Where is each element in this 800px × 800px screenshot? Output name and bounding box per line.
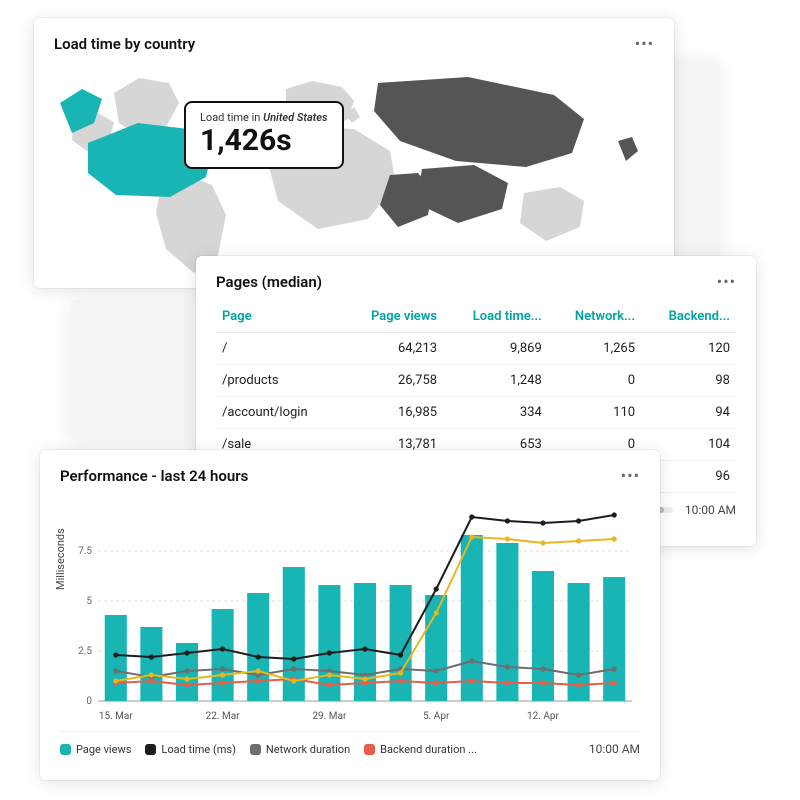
col-backend[interactable]: Backend... bbox=[641, 301, 736, 333]
cell-backend: 98 bbox=[641, 365, 736, 397]
legend-load-time[interactable]: Load time (ms) bbox=[145, 743, 236, 756]
table-row[interactable]: /account/login16,98533411094 bbox=[216, 397, 736, 429]
svg-text:5. Apr: 5. Apr bbox=[423, 711, 450, 722]
card-title: Load time by country bbox=[54, 35, 195, 53]
more-icon[interactable]: ••• bbox=[621, 466, 640, 485]
tooltip-value: 1,426s bbox=[200, 124, 328, 157]
map-tooltip: Load time in United States 1,426s bbox=[184, 101, 344, 169]
col-network[interactable]: Network... bbox=[548, 301, 641, 333]
legend-network[interactable]: Network duration bbox=[250, 743, 350, 756]
cell-backend: 94 bbox=[641, 397, 736, 429]
chart-timestamp: 10:00 AM bbox=[589, 742, 640, 756]
svg-text:0: 0 bbox=[86, 696, 92, 707]
performance-chart[interactable]: Milliseconds 02.557.515. Mar22. Mar29. M… bbox=[60, 495, 640, 725]
cell-page: / bbox=[216, 333, 342, 365]
legend-backend[interactable]: Backend duration ... bbox=[364, 743, 477, 756]
card-title: Performance - last 24 hours bbox=[60, 467, 248, 485]
more-icon[interactable]: ••• bbox=[717, 272, 736, 291]
table-row[interactable]: /products26,7581,248098 bbox=[216, 365, 736, 397]
svg-text:12. Apr: 12. Apr bbox=[527, 711, 559, 722]
cell-backend: 120 bbox=[641, 333, 736, 365]
cell-load-time: 9,869 bbox=[443, 333, 548, 365]
cell-network: 0 bbox=[548, 365, 641, 397]
table-timestamp: 10:00 AM bbox=[685, 503, 736, 517]
cell-load-time: 1,248 bbox=[443, 365, 548, 397]
card-title: Pages (median) bbox=[216, 273, 322, 291]
load-time-by-country-card: Load time by country ••• bbox=[34, 18, 674, 288]
cell-load-time: 334 bbox=[443, 397, 548, 429]
cell-page: /account/login bbox=[216, 397, 342, 429]
svg-text:15. Mar: 15. Mar bbox=[99, 711, 134, 722]
cell-page: /products bbox=[216, 365, 342, 397]
cell-network: 1,265 bbox=[548, 333, 641, 365]
svg-text:5: 5 bbox=[86, 596, 92, 607]
svg-text:29. Mar: 29. Mar bbox=[312, 711, 347, 722]
col-page[interactable]: Page bbox=[216, 301, 342, 333]
svg-text:22. Mar: 22. Mar bbox=[206, 711, 241, 722]
cell-network: 110 bbox=[548, 397, 641, 429]
legend-page-views[interactable]: Page views bbox=[60, 743, 131, 756]
chart-legend: Page views Load time (ms) Network durati… bbox=[60, 731, 640, 756]
world-map[interactable]: Load time in United States 1,426s bbox=[54, 63, 654, 283]
cell-page-views: 16,985 bbox=[342, 397, 443, 429]
svg-text:7.5: 7.5 bbox=[78, 546, 92, 557]
cell-page-views: 26,758 bbox=[342, 365, 443, 397]
col-load-time[interactable]: Load time... bbox=[443, 301, 548, 333]
col-page-views[interactable]: Page views bbox=[342, 301, 443, 333]
more-icon[interactable]: ••• bbox=[635, 34, 654, 53]
performance-card: Performance - last 24 hours ••• Millisec… bbox=[40, 450, 660, 780]
table-row[interactable]: /64,2139,8691,265120 bbox=[216, 333, 736, 365]
cell-page-views: 64,213 bbox=[342, 333, 443, 365]
svg-text:2.5: 2.5 bbox=[78, 646, 92, 657]
